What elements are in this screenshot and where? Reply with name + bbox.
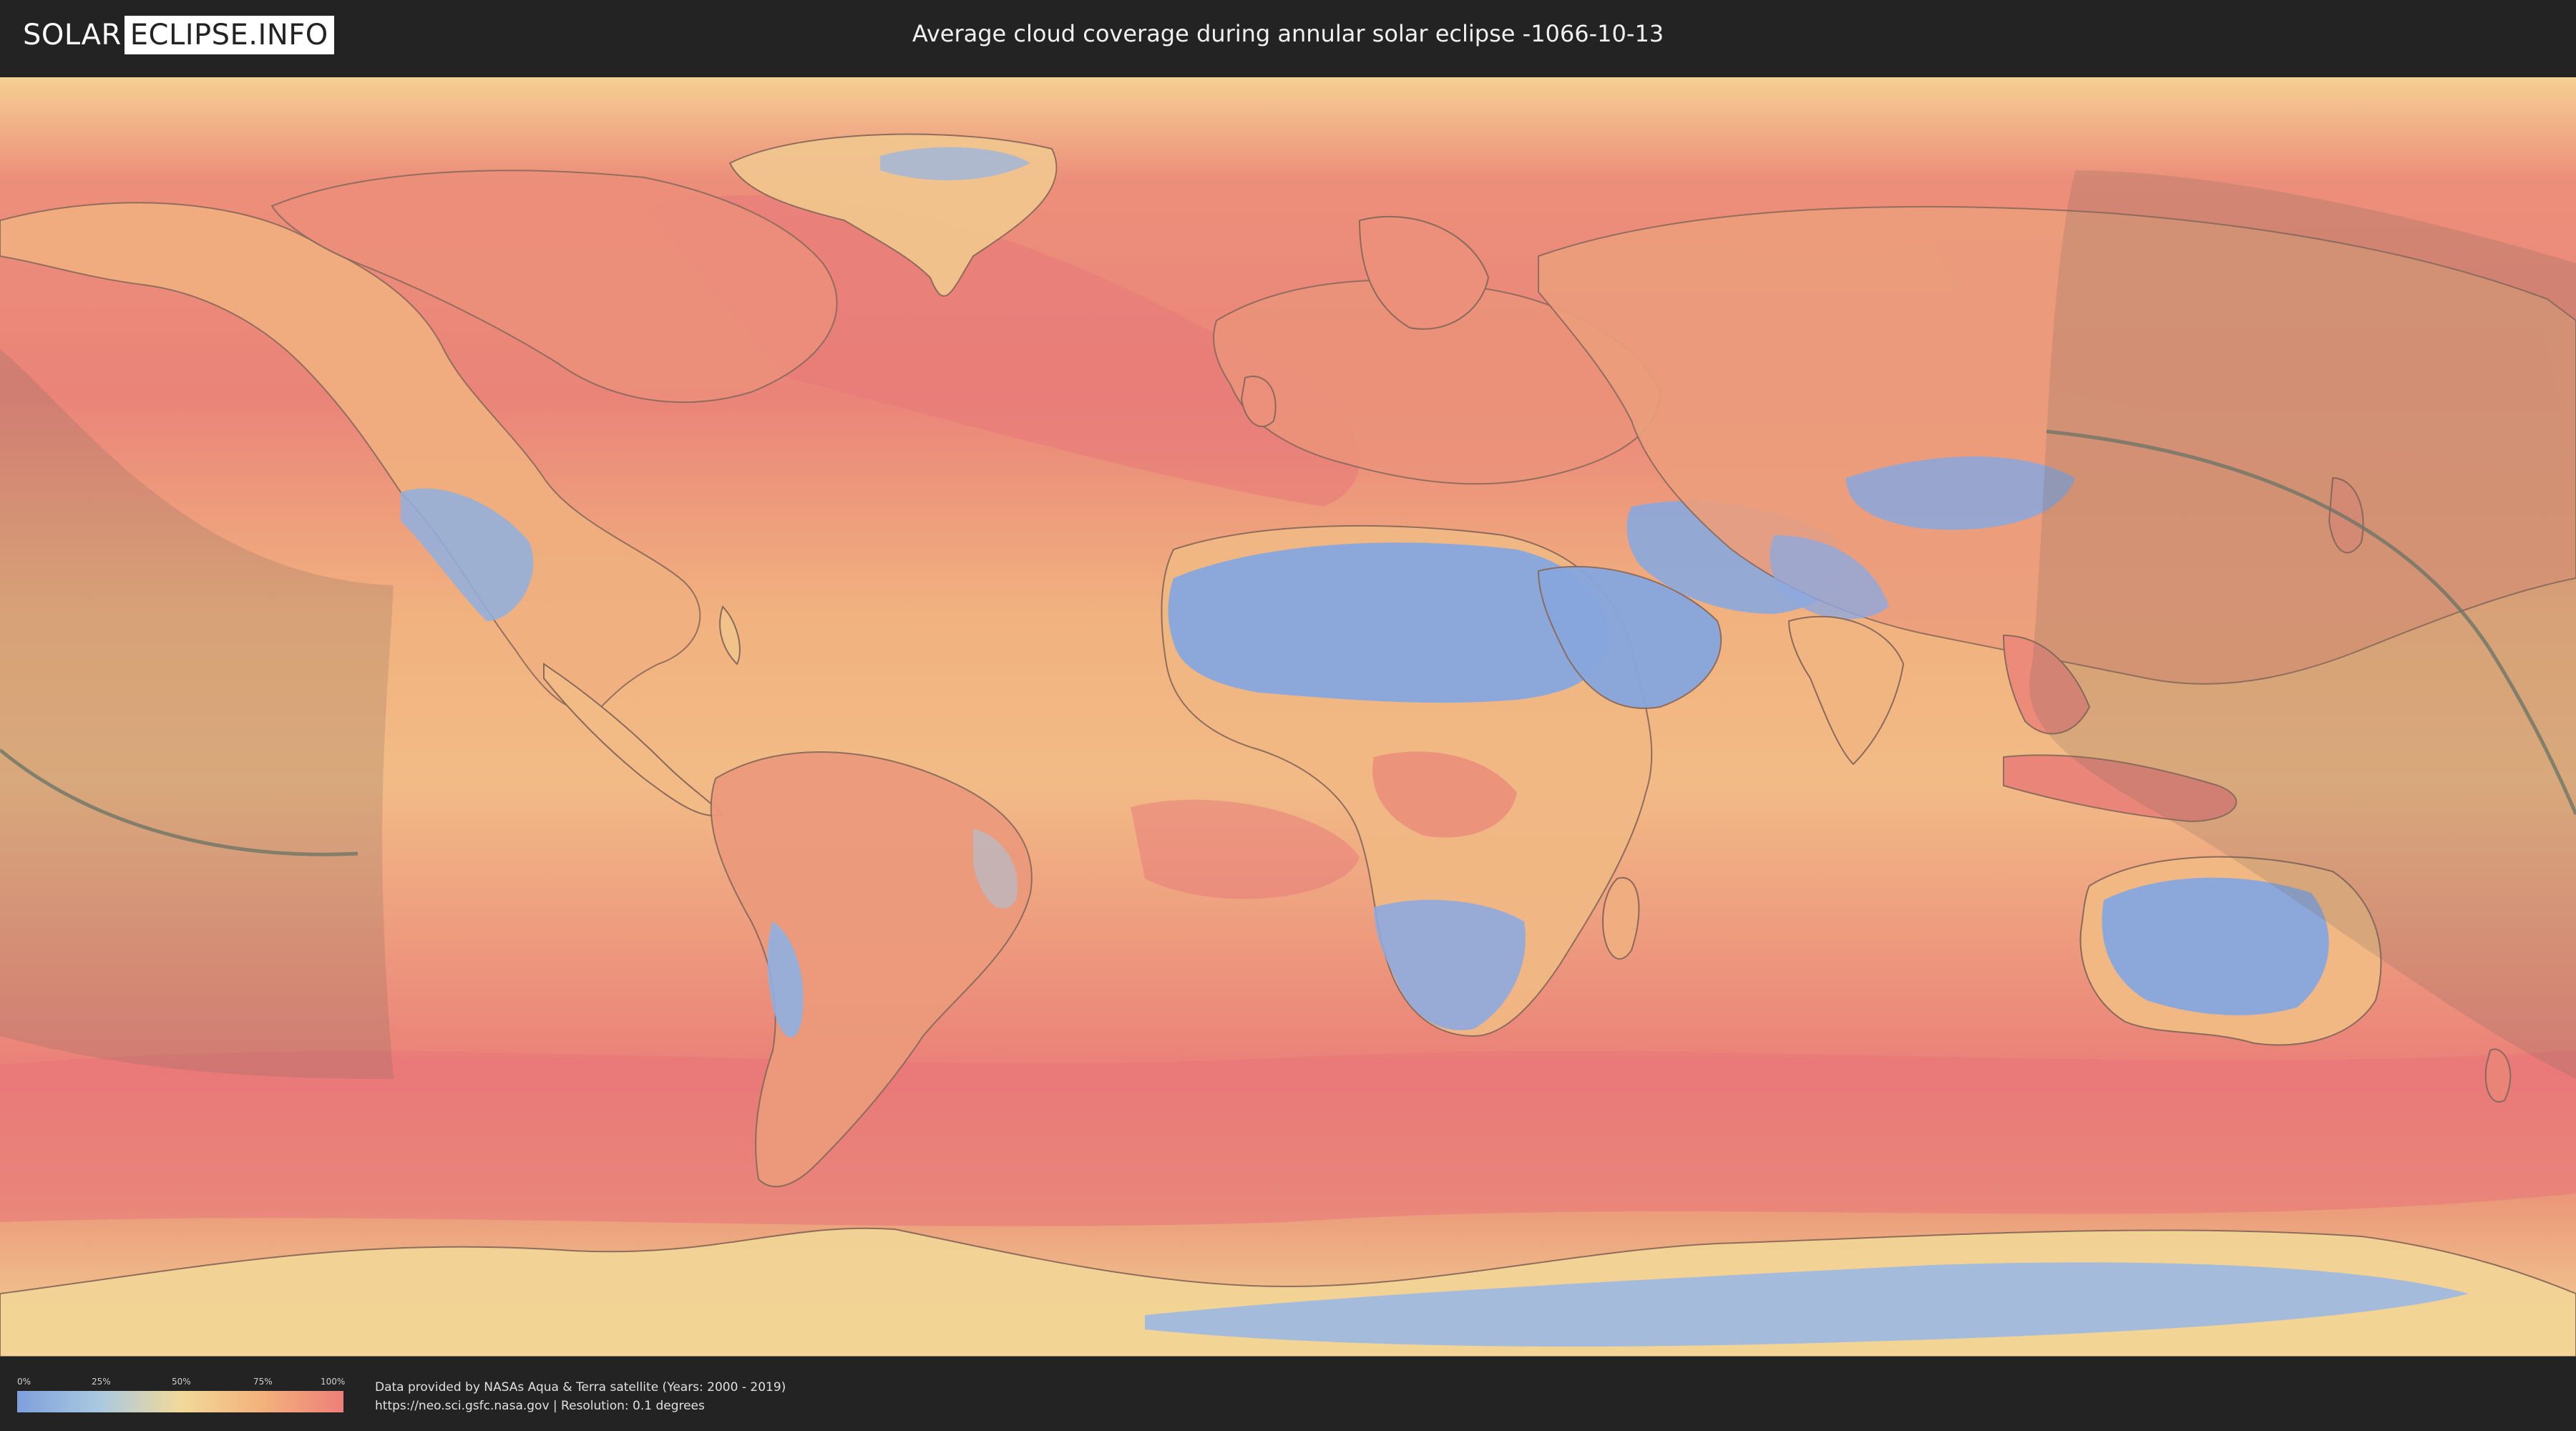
legend-tick-25: 25% [92,1377,111,1387]
world-map-svg [0,77,2576,1357]
sahara-clear-region [1168,542,1610,703]
legend-tick-75: 75% [253,1377,273,1387]
legend-tick-0: 0% [17,1377,31,1387]
page-title: Average cloud coverage during annular so… [912,20,1664,47]
header-bar: SOLAR ECLIPSE.INFO Average cloud coverag… [0,0,2576,72]
data-credits: Data provided by NASAs Aqua & Terra sate… [375,1378,786,1415]
legend-tick-50: 50% [172,1377,191,1387]
cloud-coverage-map [0,77,2576,1357]
credits-line-source: Data provided by NASAs Aqua & Terra sate… [375,1380,786,1395]
credits-line-url: https://neo.sci.gsfc.nasa.gov | Resoluti… [375,1399,705,1413]
legend-color-bar [17,1391,343,1412]
legend-tick-100: 100% [321,1377,346,1387]
cloud-coverage-legend: 0% 25% 50% 75% 100% [17,1377,346,1415]
legend-ticks: 0% 25% 50% 75% 100% [17,1377,346,1387]
